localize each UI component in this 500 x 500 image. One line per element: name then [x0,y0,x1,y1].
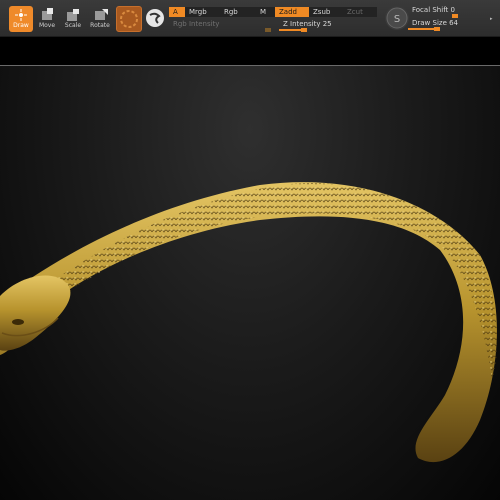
z-intensity-slider[interactable]: Z Intensity 25 [279,20,377,32]
mrgb-toggle[interactable]: Mrgb [185,7,220,17]
move-button[interactable]: Move [35,6,59,32]
a-toggle[interactable]: A [169,7,185,17]
focal-shift-slider[interactable]: Focal Shift 0 [408,6,500,18]
rotate-button[interactable]: Rotate [88,6,112,32]
move-label: Move [38,22,56,29]
stroke-button[interactable] [143,6,167,30]
canvas-top-band [0,37,500,66]
rgb-intensity-slider[interactable]: Rgb Intensity [169,20,275,32]
stroke-sphere-icon [146,9,164,27]
zsub-toggle[interactable]: Zsub [309,7,343,17]
draw-size-knob[interactable] [433,27,440,31]
draw-button[interactable]: Draw [9,6,33,32]
rotate-icon [95,9,108,20]
zcut-toggle[interactable]: Zcut [343,7,377,17]
draw-size-fill [408,28,436,30]
scale-icon [67,9,79,21]
z-intensity-label: Z Intensity 25 [283,20,332,28]
focal-shift-label: Focal Shift 0 [412,6,455,14]
draw-size-slider[interactable]: Draw Size 64 [408,19,500,31]
m-toggle[interactable]: M [256,7,275,17]
scale-label: Scale [64,22,82,29]
z-intensity-knob[interactable] [300,28,307,32]
move-icon [42,8,53,20]
draw-size-label: Draw Size 64 [412,19,459,27]
material-button[interactable] [116,6,142,32]
rgb-intensity-knob[interactable] [265,28,271,32]
lightbox-button[interactable]: S [385,6,409,30]
scale-button[interactable]: Scale [61,6,85,32]
rgb-intensity-label: Rgb Intensity [173,20,220,28]
viewport-canvas[interactable] [0,37,500,500]
svg-text:S: S [394,14,400,25]
top-toolbar: Draw Move Scale Rotate A Mrgb Rgb M Zadd… [0,0,500,37]
focal-shift-knob[interactable] [452,14,459,18]
sculpted-snake-model [0,182,497,463]
draw-label: Draw [13,22,29,29]
sphere-s-icon: S [386,7,408,29]
rotate-label: Rotate [90,22,110,29]
zadd-toggle[interactable]: Zadd [275,7,309,17]
rgb-toggle[interactable]: Rgb [220,7,256,17]
draw-icon [15,9,27,21]
dynamic-icon[interactable]: ▸ [490,16,493,22]
material-swatch-icon [120,10,138,28]
